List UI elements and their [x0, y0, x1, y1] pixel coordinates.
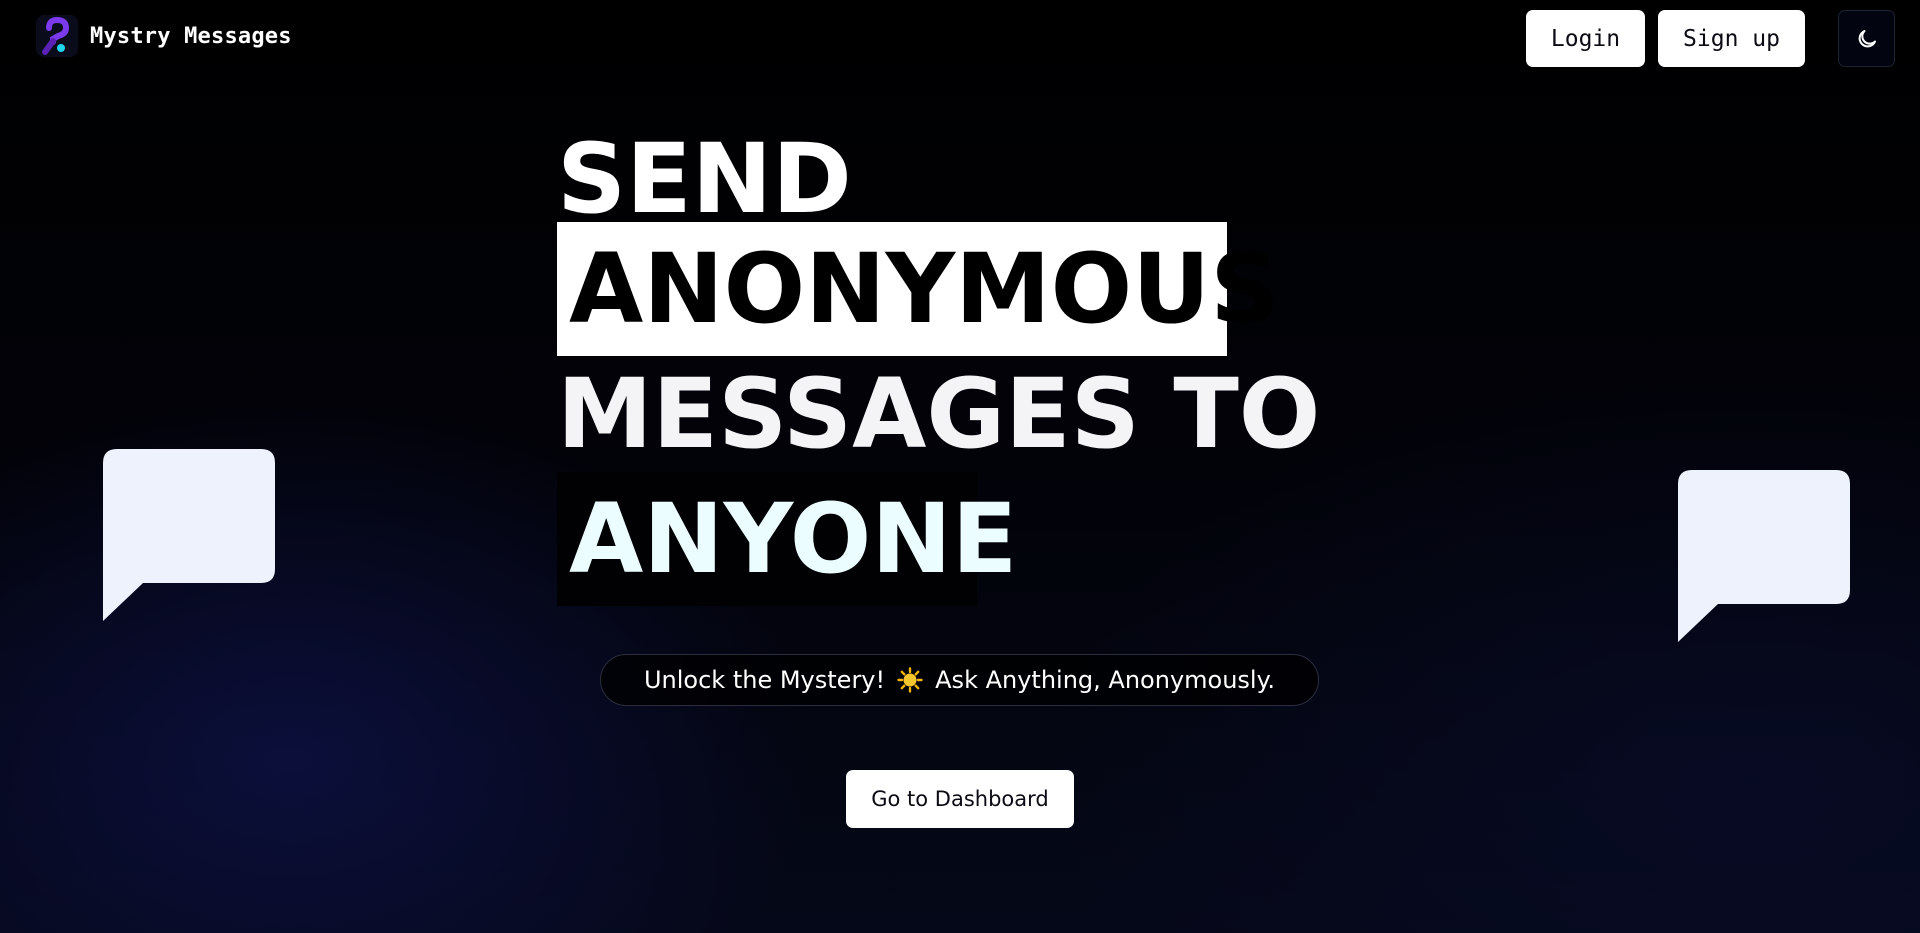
hero-line-anyone-text: ANYONE [569, 483, 1018, 595]
brand-name: Mystry Messages [90, 23, 292, 49]
sun-emoji-icon [897, 667, 923, 693]
hero-line-messages-to: MESSAGES TO [557, 358, 1321, 470]
tagline-text-end: Ask Anything, Anonymously. [935, 666, 1275, 694]
hero-line-anonymous: ANONYMOUS [557, 222, 1279, 356]
go-to-dashboard-button[interactable]: Go to Dashboard [846, 770, 1074, 828]
speech-bubble-icon [103, 449, 275, 626]
navbar: Mystry Messages Login Sign up [0, 0, 1920, 75]
tagline-text-start: Unlock the Mystery! [643, 666, 886, 694]
moon-icon [1855, 27, 1879, 51]
speech-bubble-icon [1678, 470, 1850, 647]
hero-line-anonymous-text: ANONYMOUS [569, 233, 1280, 345]
question-mark-logo-icon [36, 15, 78, 57]
theme-toggle-button[interactable] [1838, 10, 1895, 67]
signup-button[interactable]: Sign up [1658, 10, 1805, 67]
hero-line-anyone: ANYONE [557, 472, 1017, 606]
login-button[interactable]: Login [1526, 10, 1645, 67]
hero-line-send: SEND [557, 123, 852, 235]
tagline-pill: Unlock the Mystery! Ask Anything, Anonym… [600, 654, 1319, 706]
brand[interactable]: Mystry Messages [36, 15, 292, 57]
